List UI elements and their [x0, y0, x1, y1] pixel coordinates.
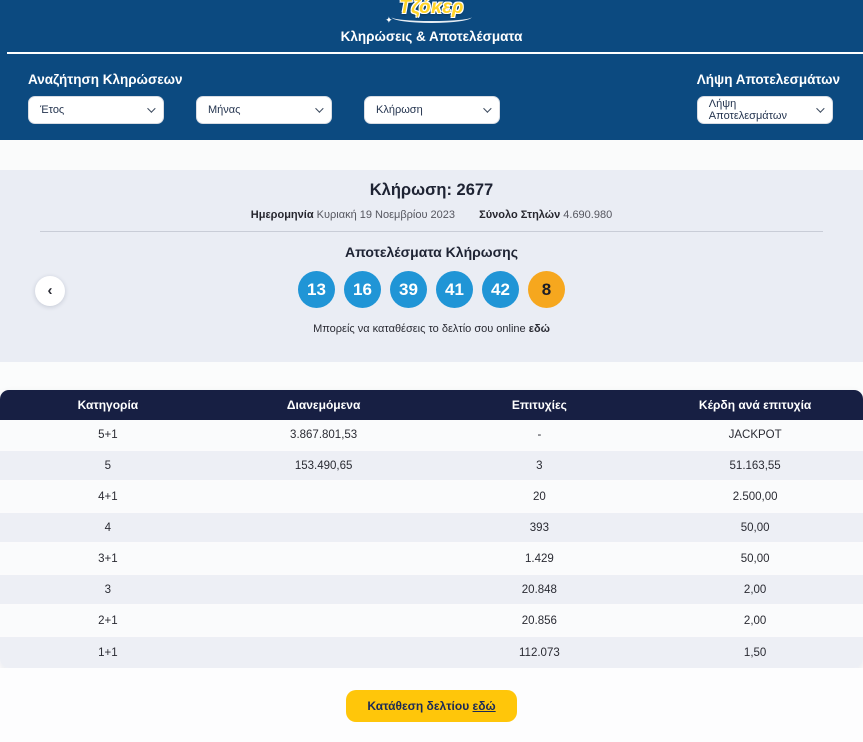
table-row: 4+1 20 2.500,00 [0, 482, 863, 513]
cell-distributed [216, 513, 432, 542]
spacer [0, 140, 863, 170]
total-columns-value: 4.690.980 [563, 209, 612, 221]
cell-category: 4 [0, 513, 216, 542]
joker-number-ball: 8 [528, 271, 565, 308]
cell-distributed [216, 606, 432, 635]
draw-date-label: Ημερομηνία [251, 209, 314, 221]
cell-prize: 2,00 [647, 575, 863, 604]
cell-category: 2+1 [0, 606, 216, 635]
table-row: 5 153.490,65 3 51.163,55 [0, 451, 863, 482]
column-header-category: Κατηγορία [0, 390, 216, 420]
winning-number-ball: 13 [298, 271, 335, 308]
cell-prize: JACKPOT [647, 420, 863, 449]
online-note-text: Μπορείς να καταθέσεις το δελτίο σου onli… [313, 323, 526, 335]
cell-distributed [216, 575, 432, 604]
page-footer: Κατάθεση δελτίου εδώ [0, 668, 863, 742]
table-row: 3+1 1.429 50,00 [0, 544, 863, 575]
cell-prize: 1,50 [647, 637, 863, 668]
cell-winners: 1.429 [432, 544, 648, 573]
cell-winners: 20 [432, 482, 648, 511]
spacer [0, 362, 863, 390]
cell-category: 5 [0, 451, 216, 480]
cell-distributed: 3.867.801,53 [216, 420, 432, 449]
draw-number-title: Κλήρωση: 2677 [0, 170, 863, 200]
winning-number-ball: 16 [344, 271, 381, 308]
logo-swoosh-icon [391, 11, 472, 23]
deposit-button-text: Κατάθεση δελτίου [367, 699, 469, 713]
online-deposit-note: Μπορείς να καταθέσεις το δελτίο σου onli… [0, 323, 863, 335]
cell-category: 1+1 [0, 637, 216, 668]
cell-distributed: 153.490,65 [216, 451, 432, 480]
download-results-select-value: Λήψη Αποτελεσμάτων [709, 98, 816, 122]
logo-star-icon: ✦ [385, 15, 393, 26]
search-section: Αναζήτηση Κληρώσεων Έτος Μήνας Κλήρωση Λ… [0, 72, 863, 124]
chevron-down-icon [147, 104, 155, 112]
table-body: 5+1 3.867.801,53 - JACKPOT 5 153.490,65 … [0, 420, 863, 668]
chevron-down-icon [315, 104, 323, 112]
chevron-down-icon [816, 104, 824, 112]
winning-number-ball: 41 [436, 271, 473, 308]
chevron-left-icon: ‹ [48, 282, 53, 299]
draw-meta: Ημερομηνία Κυριακή 19 Νοεμβρίου 2023 Σύν… [0, 209, 863, 221]
tzoker-logo[interactable]: Τζόκερ ✦ [393, 0, 470, 23]
cell-category: 5+1 [0, 420, 216, 449]
cell-prize: 50,00 [647, 544, 863, 573]
cell-winners: 20.848 [432, 575, 648, 604]
draw-select-value: Κλήρωση [376, 104, 423, 116]
table-row: 2+1 20.856 2,00 [0, 606, 863, 637]
draw-select[interactable]: Κλήρωση [364, 96, 500, 124]
winning-number-ball: 42 [482, 271, 519, 308]
page-title: Κληρώσεις & Αποτελέσματα [0, 29, 863, 44]
column-header-winners: Επιτυχίες [432, 390, 648, 420]
header-divider [7, 52, 863, 54]
draw-results-title: Αποτελέσματα Κλήρωσης [0, 244, 863, 260]
cell-prize: 2,00 [647, 606, 863, 635]
online-note-link[interactable]: εδώ [529, 323, 550, 335]
card-divider [40, 231, 823, 232]
table-row: 3 20.848 2,00 [0, 575, 863, 606]
table-header-row: Κατηγορία Διανεμόμενα Επιτυχίες Κέρδη αν… [0, 390, 863, 420]
cell-distributed [216, 637, 432, 668]
cell-distributed [216, 482, 432, 511]
cell-distributed [216, 544, 432, 573]
download-results: Λήψη Αποτελεσμάτων Λήψη Αποτελεσμάτων [697, 72, 840, 124]
download-results-select[interactable]: Λήψη Αποτελεσμάτων [697, 96, 833, 124]
winning-numbers: 13 16 39 41 42 8 [0, 271, 863, 308]
year-select-value: Έτος [40, 104, 64, 116]
table-row: 5+1 3.867.801,53 - JACKPOT [0, 420, 863, 451]
deposit-ticket-button[interactable]: Κατάθεση δελτίου εδώ [346, 690, 516, 722]
column-header-prize: Κέρδη ανά επιτυχία [647, 390, 863, 420]
cell-winners: - [432, 420, 648, 449]
draw-date-value: Κυριακή 19 Νοεμβρίου 2023 [317, 209, 455, 221]
year-select[interactable]: Έτος [28, 96, 164, 124]
cell-winners: 3 [432, 451, 648, 480]
winning-number-ball: 39 [390, 271, 427, 308]
cell-category: 3 [0, 575, 216, 604]
cell-category: 3+1 [0, 544, 216, 573]
cell-category: 4+1 [0, 482, 216, 511]
table-row: 4 393 50,00 [0, 513, 863, 544]
cell-prize: 50,00 [647, 513, 863, 542]
cell-prize: 51.163,55 [647, 451, 863, 480]
search-filters: Αναζήτηση Κληρώσεων Έτος Μήνας Κλήρωση [28, 72, 500, 124]
cell-winners: 393 [432, 513, 648, 542]
deposit-button-link: εδώ [473, 699, 496, 713]
download-results-title: Λήψη Αποτελεσμάτων [697, 72, 840, 87]
month-select[interactable]: Μήνας [196, 96, 332, 124]
chevron-down-icon [483, 104, 491, 112]
month-select-value: Μήνας [208, 104, 240, 116]
column-header-distributed: Διανεμόμενα [216, 390, 432, 420]
search-title: Αναζήτηση Κληρώσεων [28, 72, 500, 87]
total-columns-label: Σύνολο Στηλών [479, 209, 560, 221]
draw-result-card: Κλήρωση: 2677 Ημερομηνία Κυριακή 19 Νοεμ… [0, 170, 863, 362]
cell-winners: 112.073 [432, 637, 648, 668]
previous-draw-button[interactable]: ‹ [35, 276, 65, 306]
cell-prize: 2.500,00 [647, 482, 863, 511]
table-row: 1+1 112.073 1,50 [0, 637, 863, 668]
page-header: Τζόκερ ✦ Κληρώσεις & Αποτελέσματα Αναζήτ… [0, 0, 863, 140]
cell-winners: 20.856 [432, 606, 648, 635]
payout-table: Κατηγορία Διανεμόμενα Επιτυχίες Κέρδη αν… [0, 390, 863, 668]
